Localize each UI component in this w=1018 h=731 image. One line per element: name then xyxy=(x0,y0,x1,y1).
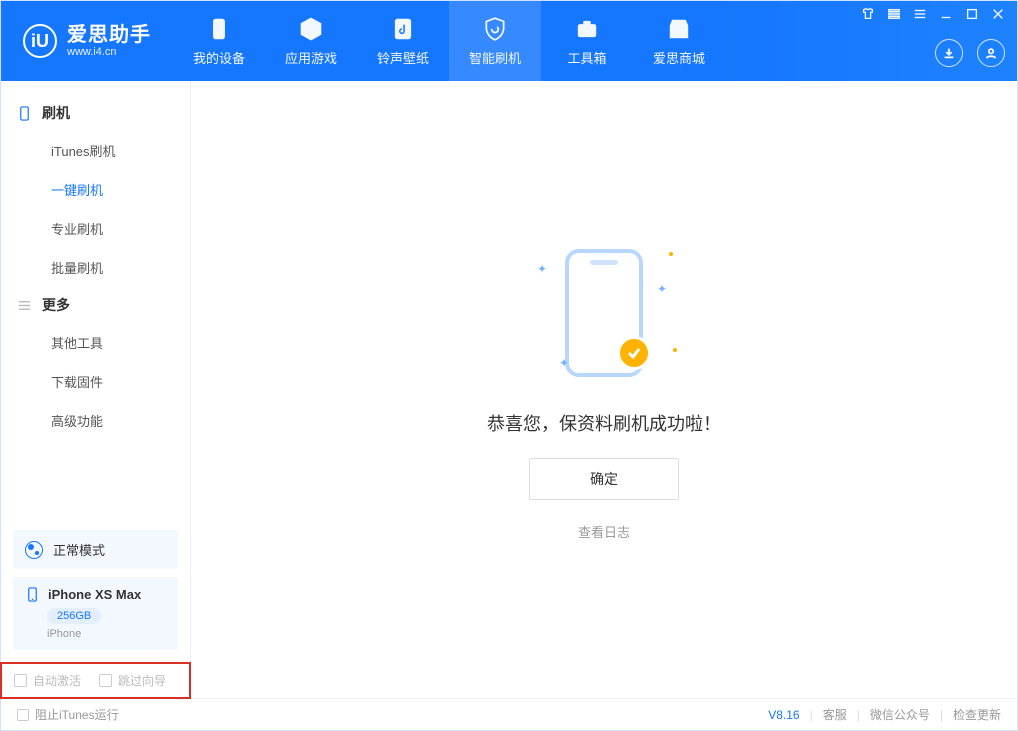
main-content: ✦ ✦ ✦ 恭喜您，保资料刷机成功啦！ 确定 查看日志 xyxy=(191,81,1017,698)
sparkle-icon: ✦ xyxy=(537,262,547,276)
mode-icon xyxy=(25,541,43,559)
tab-my-device[interactable]: 我的设备 xyxy=(173,1,265,81)
app-header: iU 爱思助手 www.i4.cn 我的设备 应用游戏 铃声壁纸 智能刷机 工具… xyxy=(1,1,1017,81)
briefcase-icon xyxy=(574,16,600,42)
success-message: 恭喜您，保资料刷机成功啦！ xyxy=(487,410,721,436)
check-badge-icon xyxy=(617,336,651,370)
cube-icon xyxy=(298,16,324,42)
check-update-link[interactable]: 检查更新 xyxy=(953,706,1001,723)
tab-smart-flash[interactable]: 智能刷机 xyxy=(449,1,541,81)
sidebar-item-pro-flash[interactable]: 专业刷机 xyxy=(1,209,190,248)
app-url: www.i4.cn xyxy=(67,46,151,58)
tab-ringtones[interactable]: 铃声壁纸 xyxy=(357,1,449,81)
phone-icon xyxy=(206,16,232,42)
support-link[interactable]: 客服 xyxy=(823,706,847,723)
close-icon[interactable] xyxy=(991,7,1005,21)
sidebar-item-other-tools[interactable]: 其他工具 xyxy=(1,323,190,362)
menu-lines-icon xyxy=(17,298,32,313)
device-icon xyxy=(17,106,32,121)
store-icon xyxy=(666,16,692,42)
version-label[interactable]: V8.16 xyxy=(768,708,799,722)
app-logo: iU 爱思助手 www.i4.cn xyxy=(1,24,173,58)
tab-store[interactable]: 爱思商城 xyxy=(633,1,725,81)
success-illustration: ✦ ✦ ✦ xyxy=(529,238,679,388)
mode-label: 正常模式 xyxy=(53,540,105,559)
music-note-icon xyxy=(390,16,416,42)
sidebar-item-advanced[interactable]: 高级功能 xyxy=(1,401,190,440)
main-tabs: 我的设备 应用游戏 铃声壁纸 智能刷机 工具箱 爱思商城 xyxy=(173,1,725,81)
tshirt-icon[interactable] xyxy=(861,7,875,21)
sparkle-icon: ✦ xyxy=(559,356,569,370)
wechat-link[interactable]: 微信公众号 xyxy=(870,706,930,723)
annotated-checkbox-row: 自动激活 跳过向导 xyxy=(0,662,191,699)
device-name: iPhone XS Max xyxy=(48,587,141,602)
maximize-icon[interactable] xyxy=(965,7,979,21)
checkbox-auto-activate[interactable]: 自动激活 xyxy=(14,672,81,689)
menu-icon[interactable] xyxy=(913,7,927,21)
checkbox-block-itunes[interactable]: 阻止iTunes运行 xyxy=(17,706,119,723)
download-button[interactable] xyxy=(935,39,963,67)
sidebar: 刷机 iTunes刷机 一键刷机 专业刷机 批量刷机 更多 其他工具 下载固件 … xyxy=(1,81,191,698)
device-card[interactable]: iPhone XS Max 256GB iPhone xyxy=(13,577,178,650)
shield-refresh-icon xyxy=(482,16,508,42)
device-type: iPhone xyxy=(47,628,166,640)
sidebar-item-download-firmware[interactable]: 下载固件 xyxy=(1,362,190,401)
mode-card[interactable]: 正常模式 xyxy=(13,530,178,569)
user-button[interactable] xyxy=(977,39,1005,67)
view-log-link[interactable]: 查看日志 xyxy=(578,522,630,541)
logo-icon: iU xyxy=(23,24,57,58)
dot-icon xyxy=(669,252,673,256)
sidebar-item-itunes-flash[interactable]: iTunes刷机 xyxy=(1,131,190,170)
sidebar-item-oneclick-flash[interactable]: 一键刷机 xyxy=(1,170,190,209)
confirm-button[interactable]: 确定 xyxy=(529,458,679,500)
sidebar-group-more: 更多 xyxy=(1,287,190,323)
window-controls xyxy=(861,7,1005,21)
tab-apps-games[interactable]: 应用游戏 xyxy=(265,1,357,81)
status-bar: 阻止iTunes运行 V8.16 | 客服 | 微信公众号 | 检查更新 xyxy=(1,698,1017,730)
list-icon[interactable] xyxy=(887,7,901,21)
sparkle-icon: ✦ xyxy=(657,282,667,296)
sidebar-group-flash: 刷机 xyxy=(1,95,190,131)
phone-icon xyxy=(25,587,40,602)
dot-icon xyxy=(673,348,677,352)
minimize-icon[interactable] xyxy=(939,7,953,21)
checkbox-skip-guide[interactable]: 跳过向导 xyxy=(99,672,166,689)
device-storage: 256GB xyxy=(47,608,101,624)
app-name: 爱思助手 xyxy=(67,24,151,46)
sidebar-item-batch-flash[interactable]: 批量刷机 xyxy=(1,248,190,287)
tab-toolbox[interactable]: 工具箱 xyxy=(541,1,633,81)
